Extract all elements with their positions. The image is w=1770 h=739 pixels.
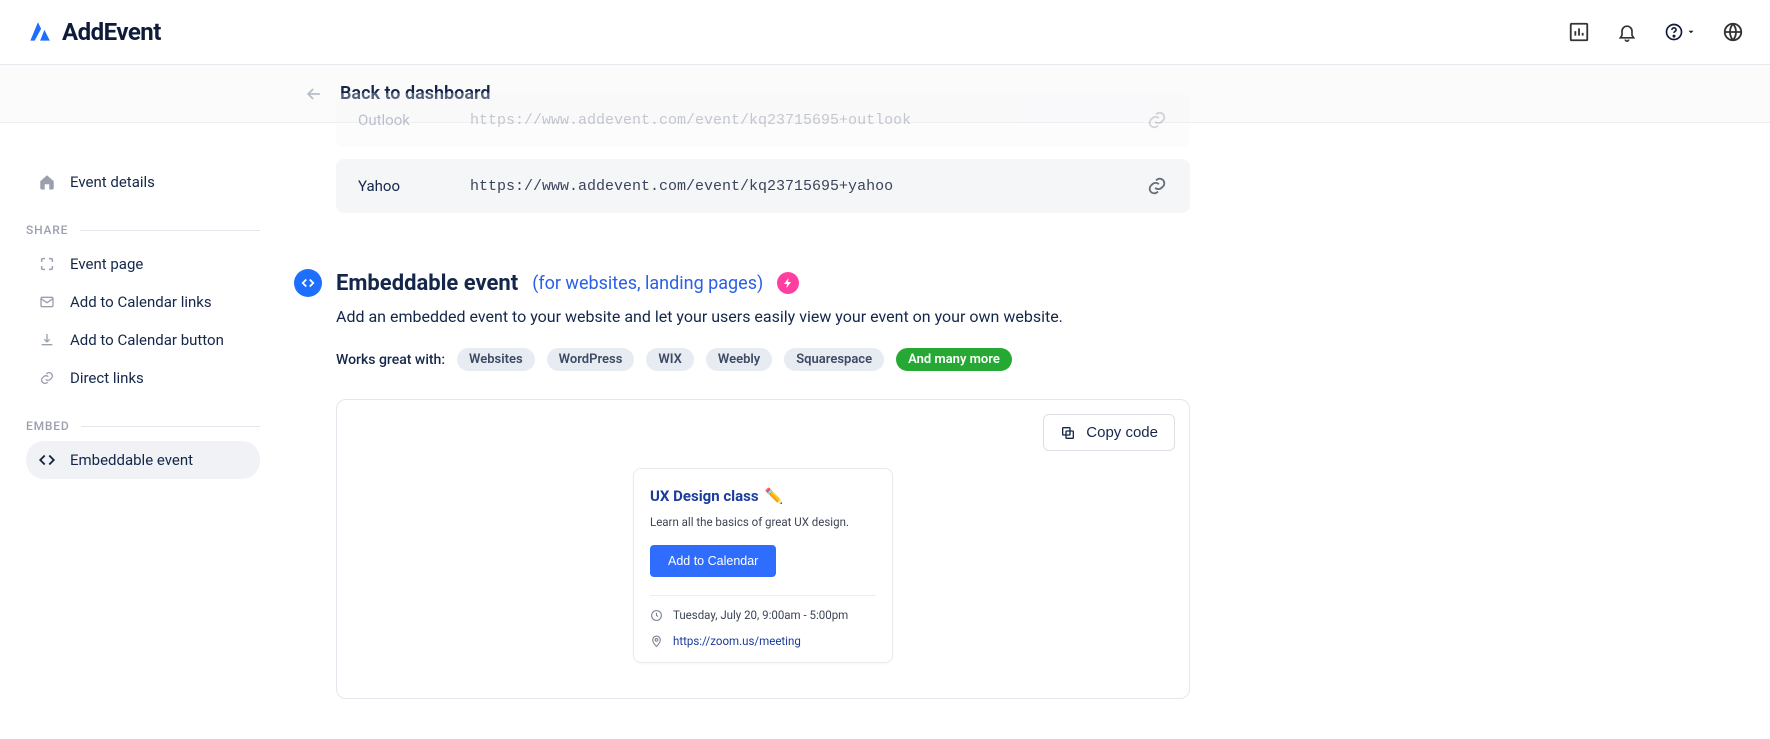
- logo[interactable]: AddEvent: [26, 18, 161, 46]
- direct-link-row: Yahoo https://www.addevent.com/event/kq2…: [336, 159, 1190, 213]
- event-card-description: Learn all the basics of great UX design.: [650, 515, 876, 529]
- provider-label: Yahoo: [358, 177, 448, 195]
- mail-icon: [38, 293, 56, 311]
- link-icon: [38, 369, 56, 387]
- embed-preview: Copy code UX Design class ✏️ Learn all t…: [336, 399, 1190, 699]
- sidebar-item-atc-links[interactable]: Add to Calendar links: [26, 283, 260, 321]
- chip: WordPress: [547, 348, 635, 371]
- analytics-icon[interactable]: [1568, 21, 1590, 43]
- chip: Websites: [457, 348, 535, 371]
- pencil-emoji-icon: ✏️: [765, 487, 784, 505]
- sidebar-section-share: SHARE: [26, 201, 260, 245]
- help-icon: [1664, 22, 1684, 42]
- link-icon[interactable]: [1146, 175, 1168, 197]
- clock-icon: [650, 609, 663, 622]
- copy-icon: [1060, 425, 1076, 441]
- bolt-badge-icon: [777, 272, 799, 294]
- sidebar: Event details SHARE Event page Add to Ca…: [0, 123, 270, 739]
- add-to-calendar-button[interactable]: Add to Calendar: [650, 545, 776, 577]
- sidebar-item-label: Event page: [70, 255, 143, 273]
- event-card-location-link[interactable]: https://zoom.us/meeting: [673, 634, 801, 648]
- event-card-title: UX Design class ✏️: [650, 487, 876, 505]
- code-badge-icon: [294, 269, 322, 297]
- sidebar-item-event-details[interactable]: Event details: [26, 163, 260, 201]
- home-icon: [38, 173, 56, 191]
- copy-code-button[interactable]: Copy code: [1043, 414, 1175, 451]
- logo-text: AddEvent: [62, 18, 161, 46]
- provider-url: https://www.addevent.com/event/kq2371569…: [470, 178, 1124, 195]
- chip-more[interactable]: And many more: [896, 348, 1012, 371]
- section-subtitle: (for websites, landing pages): [532, 273, 763, 294]
- works-with-row: Works great with: Websites WordPress WIX…: [336, 348, 1190, 371]
- sidebar-item-atc-button[interactable]: Add to Calendar button: [26, 321, 260, 359]
- section-description: Add an embedded event to your website an…: [336, 307, 1190, 326]
- sidebar-item-embeddable-event[interactable]: Embeddable event: [26, 441, 260, 479]
- sidebar-item-label: Direct links: [70, 369, 144, 387]
- main-content: Outlook https://www.addevent.com/event/k…: [270, 123, 1190, 739]
- sidebar-item-direct-links[interactable]: Direct links: [26, 359, 260, 397]
- sidebar-item-event-page[interactable]: Event page: [26, 245, 260, 283]
- sidebar-item-label: Event details: [70, 173, 155, 191]
- sidebar-item-label: Embeddable event: [70, 451, 193, 469]
- globe-icon[interactable]: [1722, 21, 1744, 43]
- code-icon: [38, 451, 56, 469]
- download-icon: [38, 331, 56, 349]
- copy-code-label: Copy code: [1086, 424, 1158, 441]
- chevron-down-icon: [1686, 27, 1696, 37]
- event-card: UX Design class ✏️ Learn all the basics …: [633, 468, 893, 663]
- event-card-location: https://zoom.us/meeting: [650, 628, 876, 648]
- link-icon[interactable]: [1146, 109, 1168, 131]
- section-title: Embeddable event: [336, 271, 518, 296]
- notifications-icon[interactable]: [1616, 21, 1638, 43]
- provider-url: https://www.addevent.com/event/kq2371569…: [470, 112, 1124, 129]
- sidebar-item-label: Add to Calendar button: [70, 331, 224, 349]
- sidebar-section-embed: EMBED: [26, 397, 260, 441]
- chip: Weebly: [706, 348, 772, 371]
- expand-icon: [38, 255, 56, 273]
- provider-label: Outlook: [358, 111, 448, 129]
- direct-link-row: Outlook https://www.addevent.com/event/k…: [336, 93, 1190, 147]
- help-menu[interactable]: [1664, 22, 1696, 42]
- sidebar-item-label: Add to Calendar links: [70, 293, 212, 311]
- works-with-label: Works great with:: [336, 352, 445, 368]
- chip: WIX: [646, 348, 694, 371]
- event-card-time: Tuesday, July 20, 9:00am - 5:00pm: [650, 595, 876, 622]
- logo-icon: [26, 19, 52, 45]
- chip: Squarespace: [784, 348, 884, 371]
- app-header: AddEvent: [0, 0, 1770, 65]
- pin-icon: [650, 635, 663, 648]
